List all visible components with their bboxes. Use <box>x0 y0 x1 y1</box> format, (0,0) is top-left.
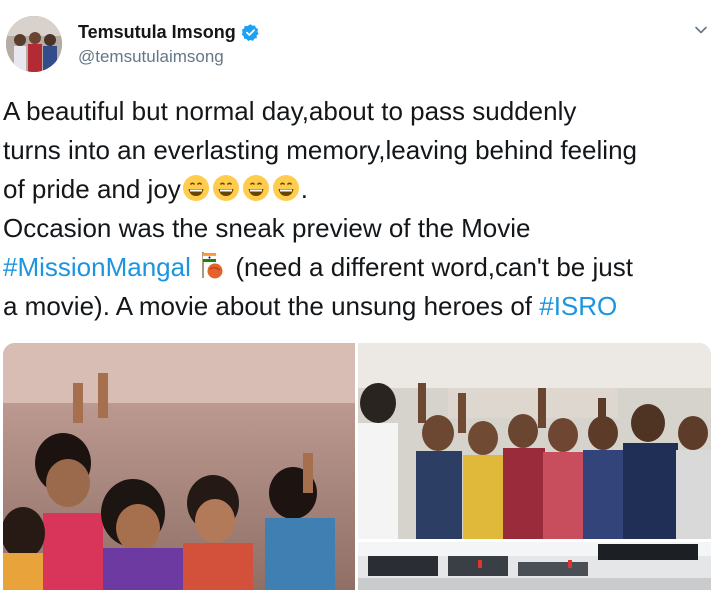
tweet-line-3: of pride and joy. <box>3 170 711 209</box>
tweet-line-4: Occasion was the sneak preview of the Mo… <box>3 213 531 243</box>
verified-badge-icon <box>241 24 259 42</box>
avatar[interactable] <box>6 16 62 72</box>
photo-celebrating-scientists[interactable] <box>3 343 355 590</box>
user-handle[interactable]: @temsutulaimsong <box>78 47 224 67</box>
display-name[interactable]: Temsutula Imsong <box>78 22 236 43</box>
hashtag-missionmangal[interactable]: #MissionMangal <box>3 252 191 282</box>
name-row: Temsutula Imsong <box>78 22 260 43</box>
mission-mangal-flag-icon <box>202 252 223 279</box>
grinning-face-icon <box>272 175 299 201</box>
photo-mission-control[interactable] <box>358 542 711 590</box>
tweet-header: Temsutula Imsong @temsutulaimsong <box>0 0 713 85</box>
chevron-down-icon[interactable] <box>693 22 709 38</box>
tweet-line-6: a movie). A movie about the unsung heroe… <box>3 287 711 326</box>
media-grid <box>3 343 711 590</box>
tweet-line-5: #MissionMangal (need a different word,ca… <box>3 248 711 287</box>
grinning-face-icon <box>212 175 239 201</box>
tweet-text: A beautiful but normal day,about to pass… <box>3 92 711 326</box>
tweet-line-3-text: of pride and joy <box>3 174 181 204</box>
grinning-face-icon <box>242 175 269 201</box>
tweet-line-3-end: . <box>300 174 309 204</box>
tweet-line-6-text: a movie). A movie about the unsung heroe… <box>3 291 540 321</box>
tweet-line-2: turns into an everlasting memory,leaving… <box>3 135 637 165</box>
tweet-line-5-text: (need a different word,can't be just <box>228 252 633 282</box>
hashtag-isro[interactable]: #ISRO <box>539 291 617 321</box>
photo-team-victory[interactable] <box>358 343 711 539</box>
tweet-line-1: A beautiful but normal day,about to pass… <box>3 96 577 126</box>
grinning-face-icon <box>182 175 209 201</box>
